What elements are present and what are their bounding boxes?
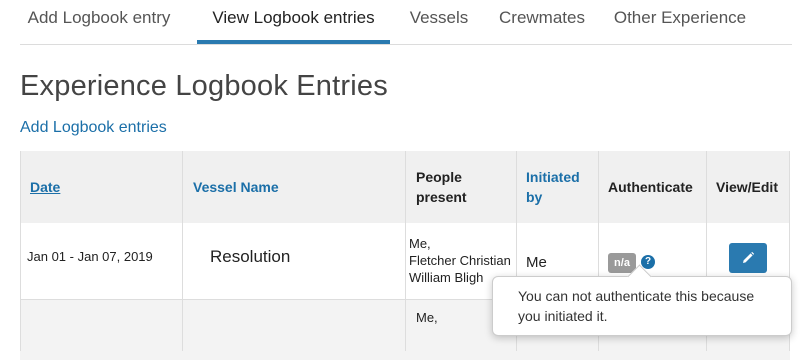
column-header-initiated-by-label[interactable]: Initiated by	[526, 167, 592, 207]
edit-entry-button[interactable]	[729, 243, 767, 273]
pencil-icon	[743, 251, 755, 263]
add-logbook-entries-link[interactable]: Add Logbook entries	[20, 119, 167, 137]
column-header-vessel-name[interactable]: Vessel Name	[193, 151, 393, 223]
tab-view-logbook-entries[interactable]: View Logbook entries	[197, 0, 390, 44]
column-header-people-present: People present	[416, 151, 496, 223]
column-header-people-present-label: People present	[416, 169, 467, 205]
column-divider	[20, 151, 21, 351]
tab-add-logbook-entry[interactable]: Add Logbook entry	[20, 0, 178, 40]
person-name: Fletcher Christian	[409, 253, 511, 268]
entry-people-present-partial: Me,	[416, 310, 438, 325]
entry-initiated-by: Me	[526, 254, 547, 271]
tooltip-text: You can not authenticate this because yo…	[518, 288, 755, 324]
column-header-vessel-name-label[interactable]: Vessel Name	[193, 177, 279, 197]
column-header-initiated-by[interactable]: Initiated by	[526, 151, 592, 223]
entry-vessel-name: Resolution	[210, 247, 291, 266]
column-header-date[interactable]: Date	[30, 151, 170, 223]
person-name: Me,	[409, 236, 431, 251]
column-header-authenticate-label: Authenticate	[608, 179, 693, 195]
column-divider	[182, 151, 183, 351]
tab-other-experience[interactable]: Other Experience	[613, 0, 747, 40]
column-header-date-label[interactable]: Date	[30, 177, 60, 197]
authenticate-status-badge: n/a	[608, 253, 636, 273]
tab-vessels[interactable]: Vessels	[407, 0, 471, 40]
authenticate-tooltip: You can not authenticate this because yo…	[492, 264, 792, 336]
entry-date: Jan 01 - Jan 07, 2019	[27, 249, 153, 264]
column-header-view-edit: View/Edit	[716, 151, 788, 223]
column-header-authenticate: Authenticate	[608, 151, 704, 223]
tab-bar: Add Logbook entry View Logbook entries V…	[20, 0, 792, 45]
column-divider	[405, 151, 406, 351]
column-header-view-edit-label: View/Edit	[716, 179, 778, 195]
question-circle-icon[interactable]: ?	[641, 255, 655, 269]
tab-crewmates[interactable]: Crewmates	[495, 0, 589, 40]
page-title: Experience Logbook Entries	[20, 70, 388, 102]
